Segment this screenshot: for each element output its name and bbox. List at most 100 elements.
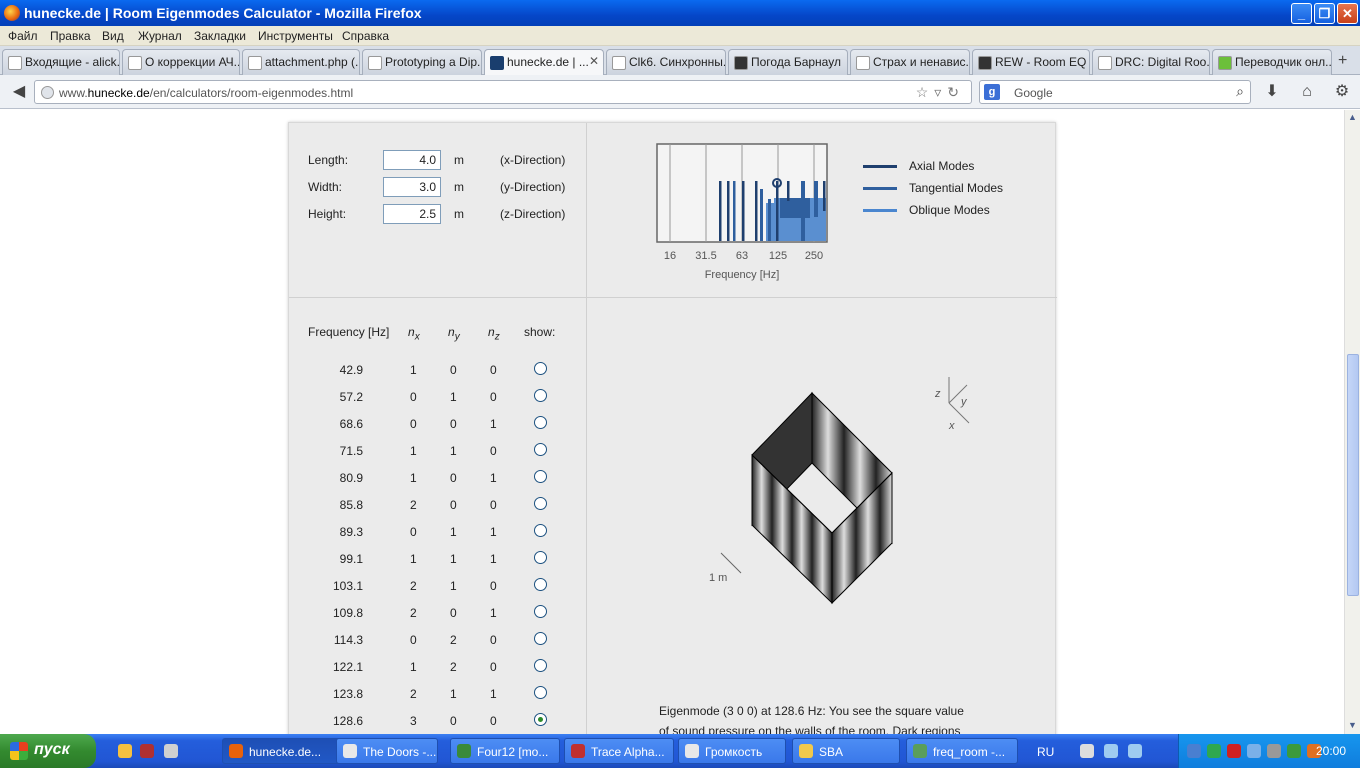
show-mode-radio[interactable] [534,551,547,564]
height-input[interactable]: 2.5 [383,204,441,224]
taskbar-item-volume[interactable]: Громкость [678,738,786,764]
mode-ny-cell: 0 [450,363,457,377]
scrollbar-thumb[interactable] [1347,354,1359,596]
mode-nx-cell: 1 [410,552,417,566]
menu-help[interactable]: Справка [342,29,389,43]
show-mode-radio[interactable] [534,416,547,429]
quicklaunch-icon[interactable] [140,744,154,758]
show-mode-radio[interactable] [534,443,547,456]
addon-icon[interactable]: ⚙ [1329,80,1355,104]
scroll-up-icon[interactable]: ▲ [1348,112,1357,122]
menu-file[interactable]: Файл [8,29,38,43]
minimize-button[interactable]: _ [1291,3,1312,24]
tab-hunecke[interactable]: hunecke.de | ... ✕ [484,49,604,76]
taskbar-item-sba[interactable]: SBA [792,738,900,764]
menu-bar: Файл Правка Вид Журнал Закладки Инструме… [0,26,1360,46]
tab-clk6[interactable]: Clk6. Синхронны... [606,49,726,75]
network-icon[interactable] [1187,744,1201,758]
axis-z-label: z [934,388,941,400]
download-icon[interactable]: ⬇ [1259,80,1285,104]
mode-spectrum-chart: 16 31.5 63 125 250 Frequency [Hz] [656,143,828,281]
show-mode-radio[interactable] [534,578,547,591]
width-input[interactable]: 3.0 [383,177,441,197]
mode-frequency-cell: 57.2 [339,390,363,404]
menu-edit[interactable]: Правка [50,29,91,43]
mode-nz-cell: 1 [490,687,497,701]
mode-nx-cell: 1 [410,363,417,377]
bookmark-star-icon[interactable]: ☆▿↻ [916,84,965,101]
mode-frequency-cell: 99.1 [339,552,363,566]
axis-x-label: x [948,420,955,432]
tab-prototyping[interactable]: Prototyping a Dip... [362,49,482,75]
tab-weather[interactable]: Погода Барнаул [728,49,848,75]
show-mode-radio[interactable] [534,389,547,402]
tab-correction[interactable]: О коррекции АЧ... [122,49,240,75]
folder-icon [799,744,813,758]
tab-drc[interactable]: DRC: Digital Roo... [1092,49,1210,75]
mode-nx-cell: 1 [410,660,417,674]
quicklaunch-icon[interactable] [164,744,178,758]
quicklaunch-icon[interactable] [118,744,132,758]
show-mode-radio[interactable] [534,686,547,699]
show-mode-radio[interactable] [534,632,547,645]
header-nx: nx [408,325,420,343]
show-mode-radio[interactable] [534,497,547,510]
show-mode-radio[interactable] [534,524,547,537]
tab-close-icon[interactable]: ✕ [589,54,599,68]
mode-nx-cell: 0 [410,525,417,539]
taskbar-item-firefox[interactable]: hunecke.de... [222,738,342,764]
show-mode-radio[interactable] [534,605,547,618]
scroll-down-icon[interactable]: ▼ [1348,720,1357,730]
language-indicator[interactable]: RU [1037,745,1054,759]
page-icon [128,56,142,70]
tray-icon[interactable] [1207,744,1221,758]
mode-nx-cell: 2 [410,687,417,701]
new-tab-icon[interactable]: + [1338,52,1347,70]
mode-ny-cell: 0 [450,417,457,431]
speaker-icon[interactable] [1267,744,1281,758]
tray-icon[interactable] [1128,744,1142,758]
taskbar-item-four12[interactable]: Four12 [mo... [450,738,560,764]
taskbar-item-doors[interactable]: The Doors -... [336,738,438,764]
tray-icon[interactable] [1104,744,1118,758]
tray-icon[interactable] [1080,744,1094,758]
back-arrow-icon[interactable]: ◀ [6,80,32,104]
taskbar-item-trace[interactable]: Trace Alpha... [564,738,674,764]
tab-rew[interactable]: REW - Room EQ ... [972,49,1090,75]
mode-ny-cell: 0 [450,471,457,485]
app-icon [457,744,471,758]
mode-frequency-cell: 71.5 [339,444,363,458]
menu-history[interactable]: Журнал [138,29,182,43]
tab-inbox[interactable]: Входящие - alick... [2,49,120,75]
mode-ny-cell: 2 [450,633,457,647]
close-button[interactable]: ✕ [1337,3,1358,24]
search-bar[interactable]: g Google ⌕ [979,80,1251,104]
home-icon[interactable]: ⌂ [1294,80,1320,104]
menu-bookmarks[interactable]: Закладки [194,29,246,43]
tab-translator[interactable]: Переводчик онл... [1212,49,1332,75]
menu-view[interactable]: Вид [102,29,124,43]
tray-icon[interactable] [1287,744,1301,758]
windows-logo-icon [10,742,28,760]
show-mode-radio[interactable] [534,659,547,672]
tray-icon[interactable] [1227,744,1241,758]
url-bar[interactable]: www.hunecke.de/en/calculators/room-eigen… [34,80,972,104]
show-mode-radio[interactable] [534,470,547,483]
show-mode-radio[interactable] [534,362,547,375]
restore-button[interactable]: ❐ [1314,3,1335,24]
menu-tools[interactable]: Инструменты [258,29,333,43]
taskbar-item-freqroom[interactable]: freq_room -... [906,738,1018,764]
vertical-scrollbar[interactable]: ▲ ▼ [1344,110,1360,734]
tab-fear[interactable]: Страх и ненавис... [850,49,970,75]
mode-nx-cell: 1 [410,444,417,458]
show-mode-radio[interactable] [534,713,547,726]
search-icon[interactable]: ⌕ [1236,83,1244,100]
mode-nx-cell: 0 [410,390,417,404]
height-unit: m [454,207,464,221]
mode-ny-cell: 2 [450,660,457,674]
tray-icon[interactable] [1247,744,1261,758]
length-input[interactable]: 4.0 [383,150,441,170]
start-button[interactable]: пуск [0,734,96,768]
header-ny: ny [448,325,460,343]
tab-attachment[interactable]: attachment.php (... [242,49,360,75]
